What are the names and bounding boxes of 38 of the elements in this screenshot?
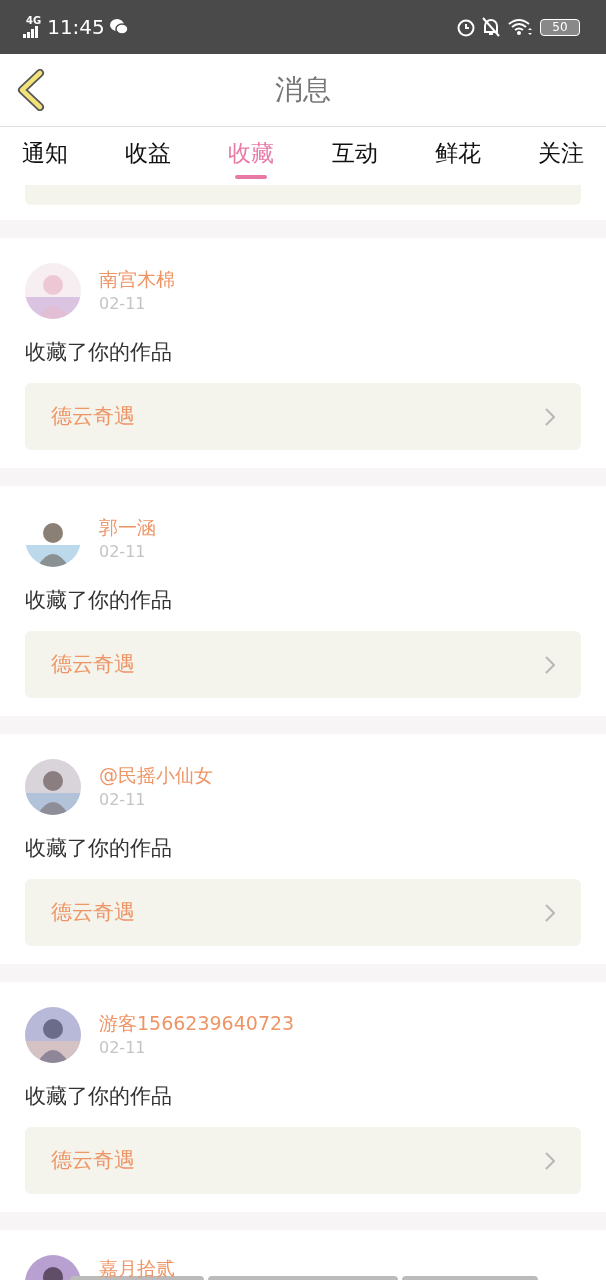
date: 02-11	[99, 293, 147, 315]
user-name[interactable]: 嘉月拾贰	[99, 1255, 175, 1280]
date: 02-11	[99, 1037, 147, 1059]
back-button[interactable]	[16, 68, 46, 112]
message-text: 收藏了你的作品	[25, 1083, 173, 1110]
message-text: 收藏了你的作品	[25, 835, 173, 862]
tab[interactable]: 通知	[12, 127, 78, 179]
date: 02-11	[99, 541, 147, 563]
chevron-right-icon	[545, 1151, 555, 1170]
chevron-right-icon	[545, 655, 555, 674]
message-text: 收藏了你的作品	[25, 339, 173, 366]
work-link[interactable]: 德云奇遇	[25, 631, 581, 698]
wifi-icon	[508, 18, 534, 36]
user-name[interactable]: 郭一涵	[99, 514, 156, 540]
tab[interactable]: 收藏	[218, 127, 285, 179]
chat-icon	[108, 18, 129, 36]
tab[interactable]: 收益	[115, 127, 182, 179]
work-link[interactable]: 德云奇遇	[25, 383, 581, 450]
network-label: 4G	[26, 16, 42, 26]
date: 02-11	[99, 789, 147, 811]
chevron-right-icon	[545, 407, 555, 426]
work-link[interactable]: 德云奇遇	[25, 1127, 581, 1194]
user-name[interactable]: @民摇小仙女	[99, 762, 213, 788]
tab[interactable]: 关注	[527, 127, 594, 179]
message-text: 收藏了你的作品	[25, 587, 173, 614]
alarm-icon	[456, 17, 476, 37]
battery-level: 50	[552, 21, 568, 33]
signal-icon	[23, 26, 40, 38]
tab-indicator	[235, 175, 268, 179]
chevron-right-icon	[545, 903, 555, 922]
page-title: 消息	[275, 72, 331, 108]
user-name[interactable]: 南宫木棉	[99, 266, 175, 292]
bell-off-icon	[482, 17, 500, 37]
tab[interactable]: 互动	[321, 127, 388, 179]
user-name[interactable]: 游客1566239640723	[99, 1010, 295, 1036]
work-link[interactable]: 德云奇遇	[25, 879, 581, 946]
tab[interactable]: 鲜花	[424, 127, 491, 179]
clock: 11:45	[47, 14, 105, 41]
